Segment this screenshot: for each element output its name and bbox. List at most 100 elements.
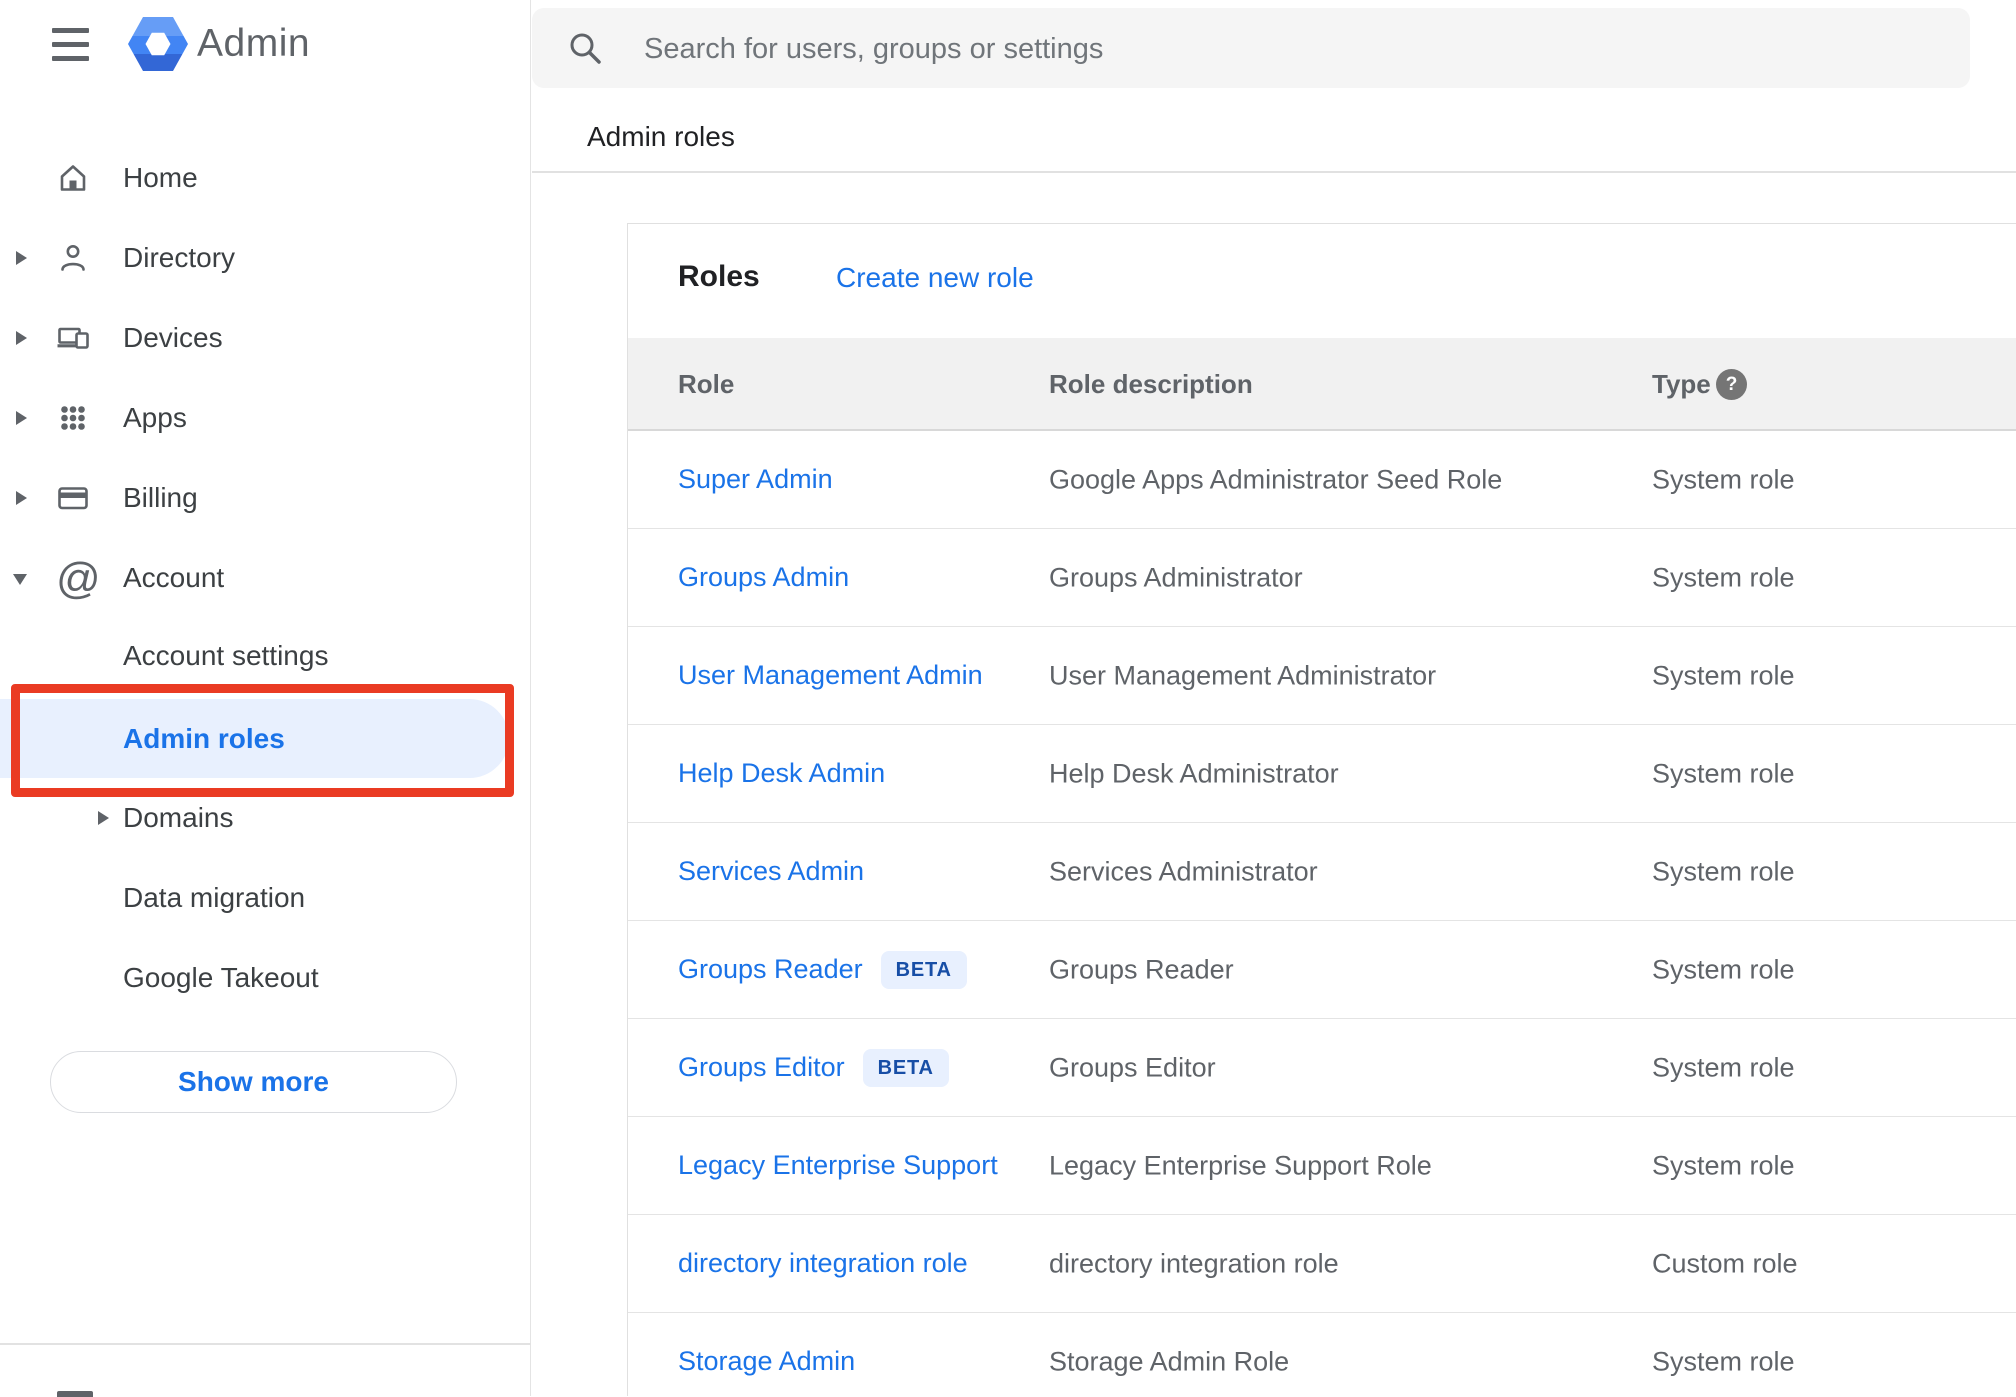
sidebar-item-account-settings[interactable]: Account settings: [0, 616, 531, 696]
sidebar-item-label: Account: [123, 562, 225, 593]
at-sign-icon: @: [56, 554, 101, 603]
role-description: directory integration role: [1049, 1248, 1339, 1278]
role-type: System role: [1652, 1052, 1795, 1082]
sidebar-item-directory[interactable]: Directory: [0, 218, 531, 298]
table-row: Super Admin Google Apps Administrator See…: [628, 431, 2016, 529]
admin-logo-text: Admin: [197, 22, 311, 65]
show-more-button[interactable]: Show more: [50, 1051, 457, 1113]
credit-card-icon: [56, 481, 90, 515]
sidebar-item-label: Billing: [123, 482, 198, 513]
beta-badge: BETA: [880, 950, 967, 989]
role-cell: Groups Reader BETA: [678, 921, 967, 1018]
table-header-row: Role Role description Type ?: [628, 338, 2016, 431]
role-link[interactable]: directory integration role: [678, 1248, 968, 1279]
role-type: Custom role: [1652, 1248, 1798, 1278]
role-cell: Groups Admin: [678, 529, 849, 626]
sidebar-item-domains[interactable]: Domains: [0, 778, 531, 858]
sidebar-bottom-divider: [0, 1343, 531, 1345]
table-row: Groups Editor BETA Groups Editor System rol…: [628, 1019, 2016, 1117]
sidebar-item-data-migration[interactable]: Data migration: [0, 858, 531, 938]
role-description: Legacy Enterprise Support Role: [1049, 1150, 1432, 1180]
sidebar-item-google-takeout[interactable]: Google Takeout: [0, 938, 531, 1018]
table-row: directory integration role directory inte…: [628, 1215, 2016, 1313]
table-row: Legacy Enterprise Support Legacy Enterpri…: [628, 1117, 2016, 1215]
card-title: Roles: [678, 260, 760, 293]
role-type: System role: [1652, 954, 1795, 984]
role-link[interactable]: Groups Editor: [678, 1052, 845, 1083]
beta-badge: BETA: [862, 1048, 949, 1087]
role-cell: User Management Admin: [678, 627, 983, 724]
table-body: Super Admin Google Apps Administrator See…: [628, 431, 2016, 1396]
apps-grid-icon: [56, 401, 90, 435]
role-description: Groups Editor: [1049, 1052, 1216, 1082]
chevron-right-icon: [16, 251, 27, 265]
show-more-label: Show more: [178, 1066, 329, 1097]
breadcrumb-divider: [532, 171, 2016, 173]
hamburger-menu-icon[interactable]: [46, 18, 96, 68]
chevron-right-icon: [16, 491, 27, 505]
person-icon: [56, 241, 90, 275]
breadcrumb: Admin roles: [587, 121, 735, 152]
sidebar-item-label: Data migration: [123, 882, 306, 913]
sidebar-item-home[interactable]: Home: [0, 138, 531, 218]
column-header-role: Role: [678, 369, 735, 399]
sidebar-item-devices[interactable]: Devices: [0, 298, 531, 378]
role-type: System role: [1652, 1150, 1795, 1180]
devices-icon: [56, 321, 90, 355]
role-cell: Storage Admin: [678, 1313, 855, 1396]
role-cell: Legacy Enterprise Support: [678, 1117, 998, 1214]
search-bar[interactable]: [532, 8, 1970, 90]
role-link[interactable]: Help Desk Admin: [678, 758, 885, 789]
search-icon: [565, 28, 605, 68]
chevron-right-icon: [98, 811, 109, 825]
role-link[interactable]: Groups Admin: [678, 562, 849, 593]
admin-logo-icon: [128, 17, 188, 71]
table-row: User Management Admin User Management Adm…: [628, 627, 2016, 725]
sidebar-item-apps[interactable]: Apps: [0, 378, 531, 458]
sidebar-item-label: Admin roles: [123, 723, 285, 754]
role-link[interactable]: Groups Reader: [678, 954, 863, 985]
create-new-role-link[interactable]: Create new role: [836, 262, 1034, 294]
role-link[interactable]: Super Admin: [678, 464, 833, 495]
role-description: Google Apps Administrator Seed Role: [1049, 464, 1503, 494]
role-description: User Management Administrator: [1049, 660, 1437, 690]
sidebar-item-label: Domains: [123, 802, 234, 833]
column-header-type: Type: [1652, 369, 1711, 399]
search-input[interactable]: [642, 8, 1926, 90]
role-description: Services Administrator: [1049, 856, 1318, 886]
column-header-role-description: Role description: [1049, 369, 1253, 399]
sidebar-item-admin-roles[interactable]: Admin roles: [0, 699, 509, 778]
role-description: Groups Reader: [1049, 954, 1234, 984]
hamburger-bar: [52, 56, 89, 61]
roles-card: Roles Create new role Role Role descript…: [627, 223, 2016, 1396]
role-type: System role: [1652, 758, 1795, 788]
table-row: Storage Admin Storage Admin Role System ro…: [628, 1313, 2016, 1396]
table-row: Groups Reader BETA Groups Reader System rol…: [628, 921, 2016, 1019]
role-type: System role: [1652, 562, 1795, 592]
role-link[interactable]: Storage Admin: [678, 1346, 855, 1377]
chevron-right-icon: [16, 411, 27, 425]
role-link[interactable]: Legacy Enterprise Support: [678, 1150, 998, 1181]
role-cell: Help Desk Admin: [678, 725, 885, 822]
role-cell: Groups Editor BETA: [678, 1019, 949, 1116]
table-row: Help Desk Admin Help Desk Administrator Sy…: [628, 725, 2016, 823]
role-type: System role: [1652, 464, 1795, 494]
home-icon: [56, 161, 90, 195]
sidebar-item-label: Directory: [123, 242, 236, 273]
sidebar-bottom-partial-icon: [57, 1391, 93, 1397]
role-type: System role: [1652, 660, 1795, 690]
table-row: Services Admin Services Administrator Syst…: [628, 823, 2016, 921]
role-description: Help Desk Administrator: [1049, 758, 1339, 788]
role-cell: Super Admin: [678, 431, 833, 528]
sidebar-item-billing[interactable]: Billing: [0, 458, 531, 538]
role-link[interactable]: Services Admin: [678, 856, 864, 887]
hamburger-bar: [52, 42, 89, 47]
role-link[interactable]: User Management Admin: [678, 660, 983, 691]
role-description: Groups Administrator: [1049, 562, 1303, 592]
sidebar: Admin Home Directory Devices Apps Billing @ Ac…: [0, 0, 531, 1397]
sidebar-item-label: Home: [123, 162, 198, 193]
help-icon[interactable]: ?: [1716, 369, 1747, 400]
sidebar-item-label: Devices: [123, 322, 223, 353]
sidebar-item-account[interactable]: @ Account: [0, 538, 531, 618]
role-type: System role: [1652, 1346, 1795, 1376]
